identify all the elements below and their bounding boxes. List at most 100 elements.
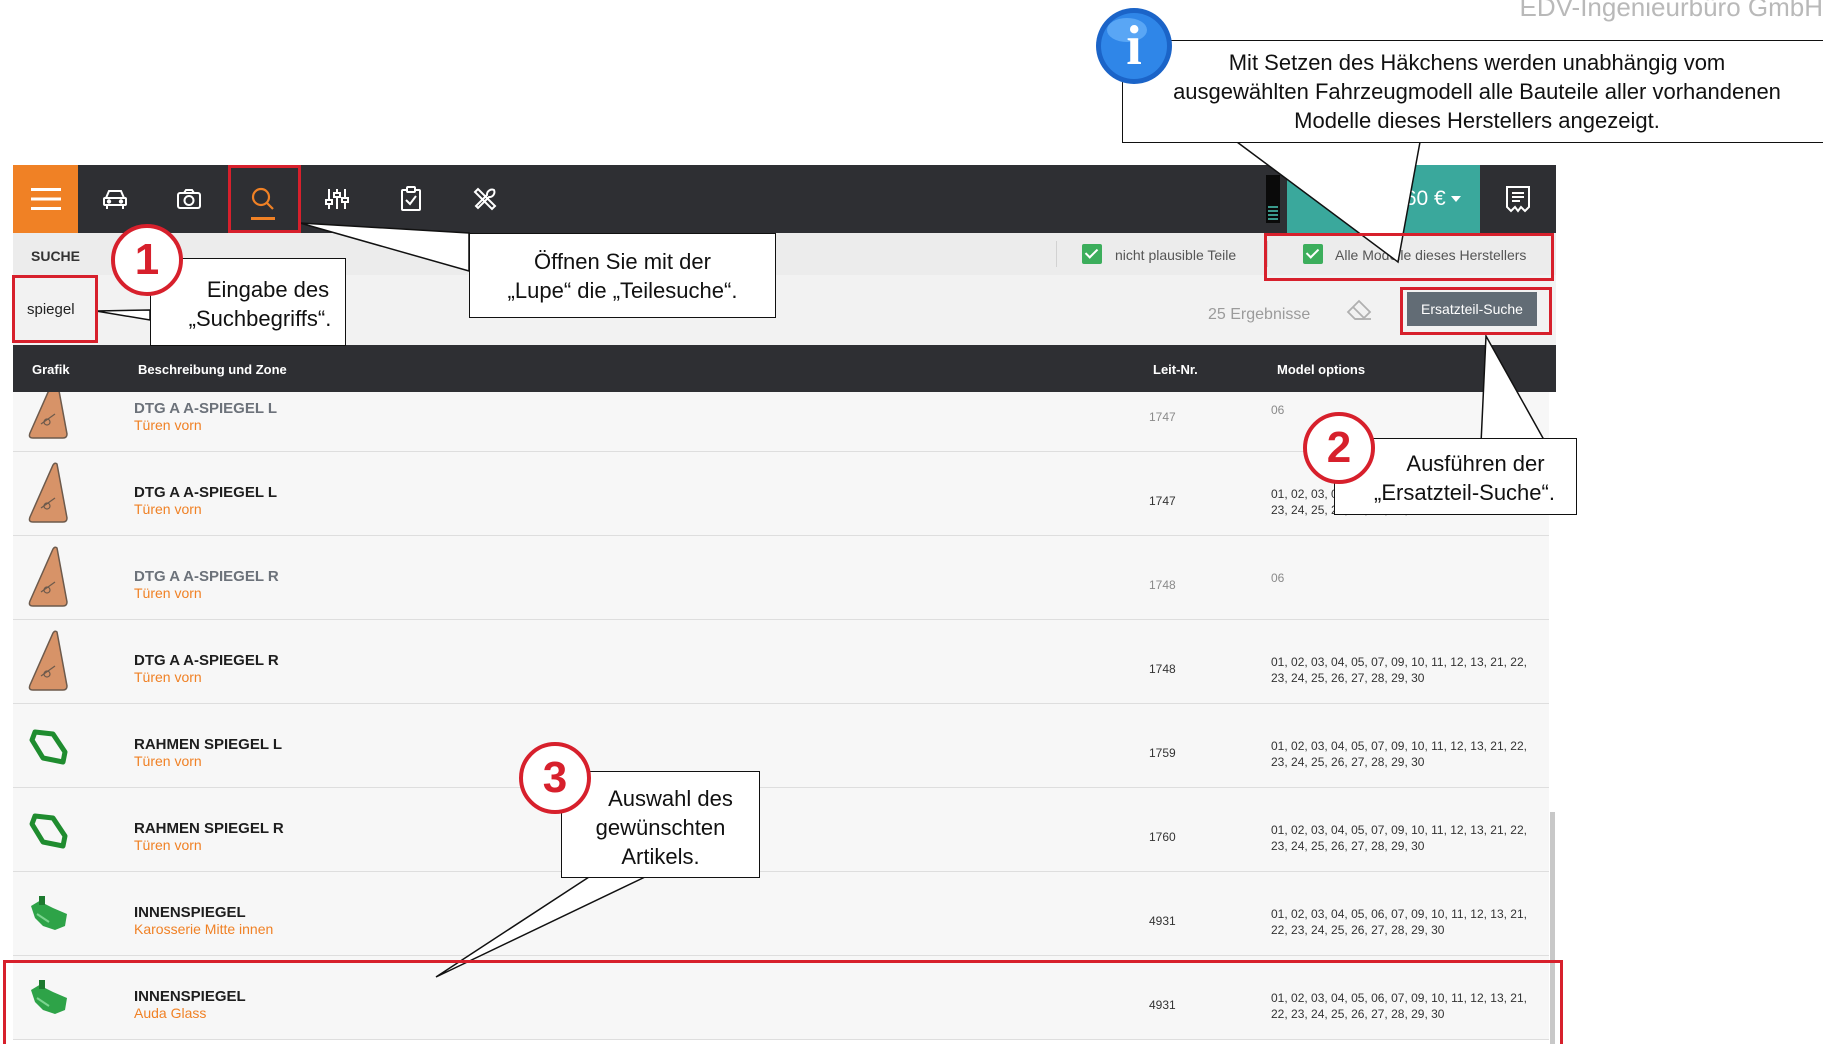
part-zone: Türen vorn xyxy=(134,501,202,517)
part-thumbnail-icon xyxy=(27,392,69,440)
part-title: INNENSPIEGEL xyxy=(134,904,246,921)
part-title: INNENSPIEGEL xyxy=(134,988,246,1005)
leit-number: 1759 xyxy=(1149,746,1176,760)
photo-button[interactable] xyxy=(152,165,226,233)
all-models-label: Alle Modelle dieses Herstellers xyxy=(1335,247,1527,263)
part-zone: Türen vorn xyxy=(134,837,202,853)
table-row[interactable]: INNENSPIEGEL Auda Glass 4931 01, 02, 03, 04… xyxy=(13,956,1549,1040)
part-title: DTG A A-SPIEGEL R xyxy=(134,568,279,585)
part-thumbnail-icon xyxy=(27,714,69,776)
table-row[interactable]: INNENSPIEGEL Karosserie Mitte innen 4931 01… xyxy=(13,872,1549,956)
settings-button[interactable] xyxy=(300,165,374,233)
part-title: DTG A A-SPIEGEL L xyxy=(134,400,278,417)
part-zone: Karosserie Mitte innen xyxy=(134,921,274,937)
caret-down-icon xyxy=(1451,196,1461,202)
search-tab-button[interactable] xyxy=(226,165,300,233)
callout-select-article: Auswahl des gewünschten Artikels. xyxy=(561,771,760,878)
status-indicator xyxy=(1266,175,1280,223)
model-options: 01, 02, 03, 04, 05, 06, 07, 09, 10, 11, … xyxy=(1271,991,1527,1021)
car-icon xyxy=(103,190,127,209)
step-badge-3: 3 xyxy=(519,742,591,814)
callout-text: „Lupe“ die „Teilesuche“. xyxy=(507,278,738,303)
part-thumbnail-icon xyxy=(27,882,69,944)
search-icon xyxy=(251,187,274,210)
model-options: 01, 02, 03, 04, 05, 07, 09, 10, 11, 12, … xyxy=(1271,823,1527,853)
part-zone: Türen vorn xyxy=(134,669,202,685)
brand-text: EDV-Ingenieurbüro GmbH xyxy=(1519,0,1823,22)
cart-amount: ,60 € xyxy=(1399,187,1446,210)
part-thumbnail-icon xyxy=(27,462,69,524)
info-callout-line: Modelle dieses Herstellers angezeigt. xyxy=(1294,108,1660,133)
table-row[interactable]: DTG A A-SPIEGEL R Türen vorn 1748 01, 02, 0… xyxy=(13,620,1549,704)
part-search-button[interactable]: Ersatzteil-Suche xyxy=(1407,292,1537,326)
part-title: DTG A A-SPIEGEL L xyxy=(134,484,278,501)
leit-number: 1760 xyxy=(1149,830,1176,844)
tools-button[interactable] xyxy=(448,165,522,233)
column-header-description: Beschreibung und Zone xyxy=(138,362,287,377)
part-thumbnail-icon xyxy=(27,630,69,692)
column-header-graphic: Grafik xyxy=(32,362,70,377)
callout-text: Eingabe des xyxy=(206,277,330,302)
scrollbar-thumb[interactable] xyxy=(1550,812,1555,1044)
model-options: 01, 02, 03, 04, 05, 07, 09, 10, 11, 12, … xyxy=(1271,739,1527,769)
callout-text: Öffnen Sie mit der xyxy=(534,249,711,274)
table-header: Grafik Beschreibung und Zone Leit-Nr. Mo… xyxy=(13,345,1556,392)
part-zone: Türen vorn xyxy=(134,753,202,769)
part-title: RAHMEN SPIEGEL L xyxy=(134,736,283,753)
menu-button[interactable] xyxy=(13,165,78,233)
info-letter: i xyxy=(1126,15,1142,77)
info-callout: Mit Setzen des Häkchens werden unabhängi… xyxy=(1122,40,1823,143)
step-badge-1: 1 xyxy=(111,224,183,296)
part-thumbnail-icon xyxy=(27,546,69,608)
part-thumbnail-icon xyxy=(27,966,69,1028)
tools-icon xyxy=(473,187,497,211)
part-zone: Türen vorn xyxy=(134,417,202,433)
model-options: 01, 02, 03, 04, 05, 06, 07, 09, 10, 11, … xyxy=(1271,907,1527,937)
leit-number: 1747 xyxy=(1149,494,1176,508)
table-row[interactable]: RAHMEN SPIEGEL L Türen vorn 1759 01, 02, 03… xyxy=(13,704,1549,788)
leit-number: 1748 xyxy=(1149,578,1176,592)
leit-number: 4931 xyxy=(1149,914,1176,928)
divider xyxy=(1267,241,1268,267)
model-options: 01, 02, 03, 04, 05, 07, 09, 10, 11, 12, … xyxy=(1271,655,1527,685)
leit-number: 1747 xyxy=(1149,410,1176,424)
column-header-options: Model options xyxy=(1277,362,1366,377)
step-badge-2: 2 xyxy=(1303,412,1375,484)
checklist-button[interactable] xyxy=(374,165,448,233)
sliders-icon xyxy=(325,189,349,209)
all-models-checkbox[interactable] xyxy=(1303,244,1323,264)
cart-total-dropdown[interactable]: ,60 € xyxy=(1287,165,1480,233)
results-count: 25 Ergebnisse xyxy=(1208,306,1311,323)
callout-text: „Suchbegriffs“. xyxy=(188,306,332,331)
callout-text: Auswahl des xyxy=(608,786,733,811)
callout-open-search: Öffnen Sie mit der „Lupe“ die „Teilesuch… xyxy=(469,233,776,318)
implausible-parts-label: nicht plausible Teile xyxy=(1115,247,1237,263)
receipt-icon xyxy=(1506,186,1530,213)
column-header-leit: Leit-Nr. xyxy=(1153,362,1198,377)
search-input[interactable] xyxy=(23,287,97,331)
vehicle-button[interactable] xyxy=(78,165,152,233)
leit-number: 4931 xyxy=(1149,998,1176,1012)
model-options: 06 xyxy=(1271,571,1285,585)
part-zone: Türen vorn xyxy=(134,585,202,601)
results-list: INNENSPIEGEL Auda Glass 4931 01, 02, 03, 04… xyxy=(13,392,1556,1044)
camera-icon xyxy=(177,189,201,209)
menu-icon xyxy=(30,188,61,210)
part-thumbnail-icon xyxy=(27,798,69,860)
leit-number: 1748 xyxy=(1149,662,1176,676)
receipt-button[interactable] xyxy=(1480,165,1556,233)
section-title: SUCHE xyxy=(31,248,81,264)
clipboard-check-icon xyxy=(401,186,421,211)
callout-text: gewünschten xyxy=(595,815,726,840)
model-options: 06 xyxy=(1271,403,1285,417)
table-row[interactable]: RAHMEN SPIEGEL R Türen vorn 1760 01, 02, 03… xyxy=(13,788,1549,872)
callout-text: Artikels. xyxy=(621,844,700,869)
callout-text: „Ersatzteil-Suche“. xyxy=(1374,480,1555,505)
implausible-parts-checkbox[interactable] xyxy=(1082,244,1102,264)
eraser-icon[interactable] xyxy=(1346,299,1372,321)
info-callout-line: Mit Setzen des Häkchens werden unabhängi… xyxy=(1228,50,1726,75)
divider xyxy=(1056,241,1057,267)
part-zone: Auda Glass xyxy=(134,1005,207,1021)
table-row[interactable]: DTG A A-SPIEGEL R Türen vorn 1748 06 xyxy=(13,536,1549,620)
part-title: RAHMEN SPIEGEL R xyxy=(134,820,284,837)
